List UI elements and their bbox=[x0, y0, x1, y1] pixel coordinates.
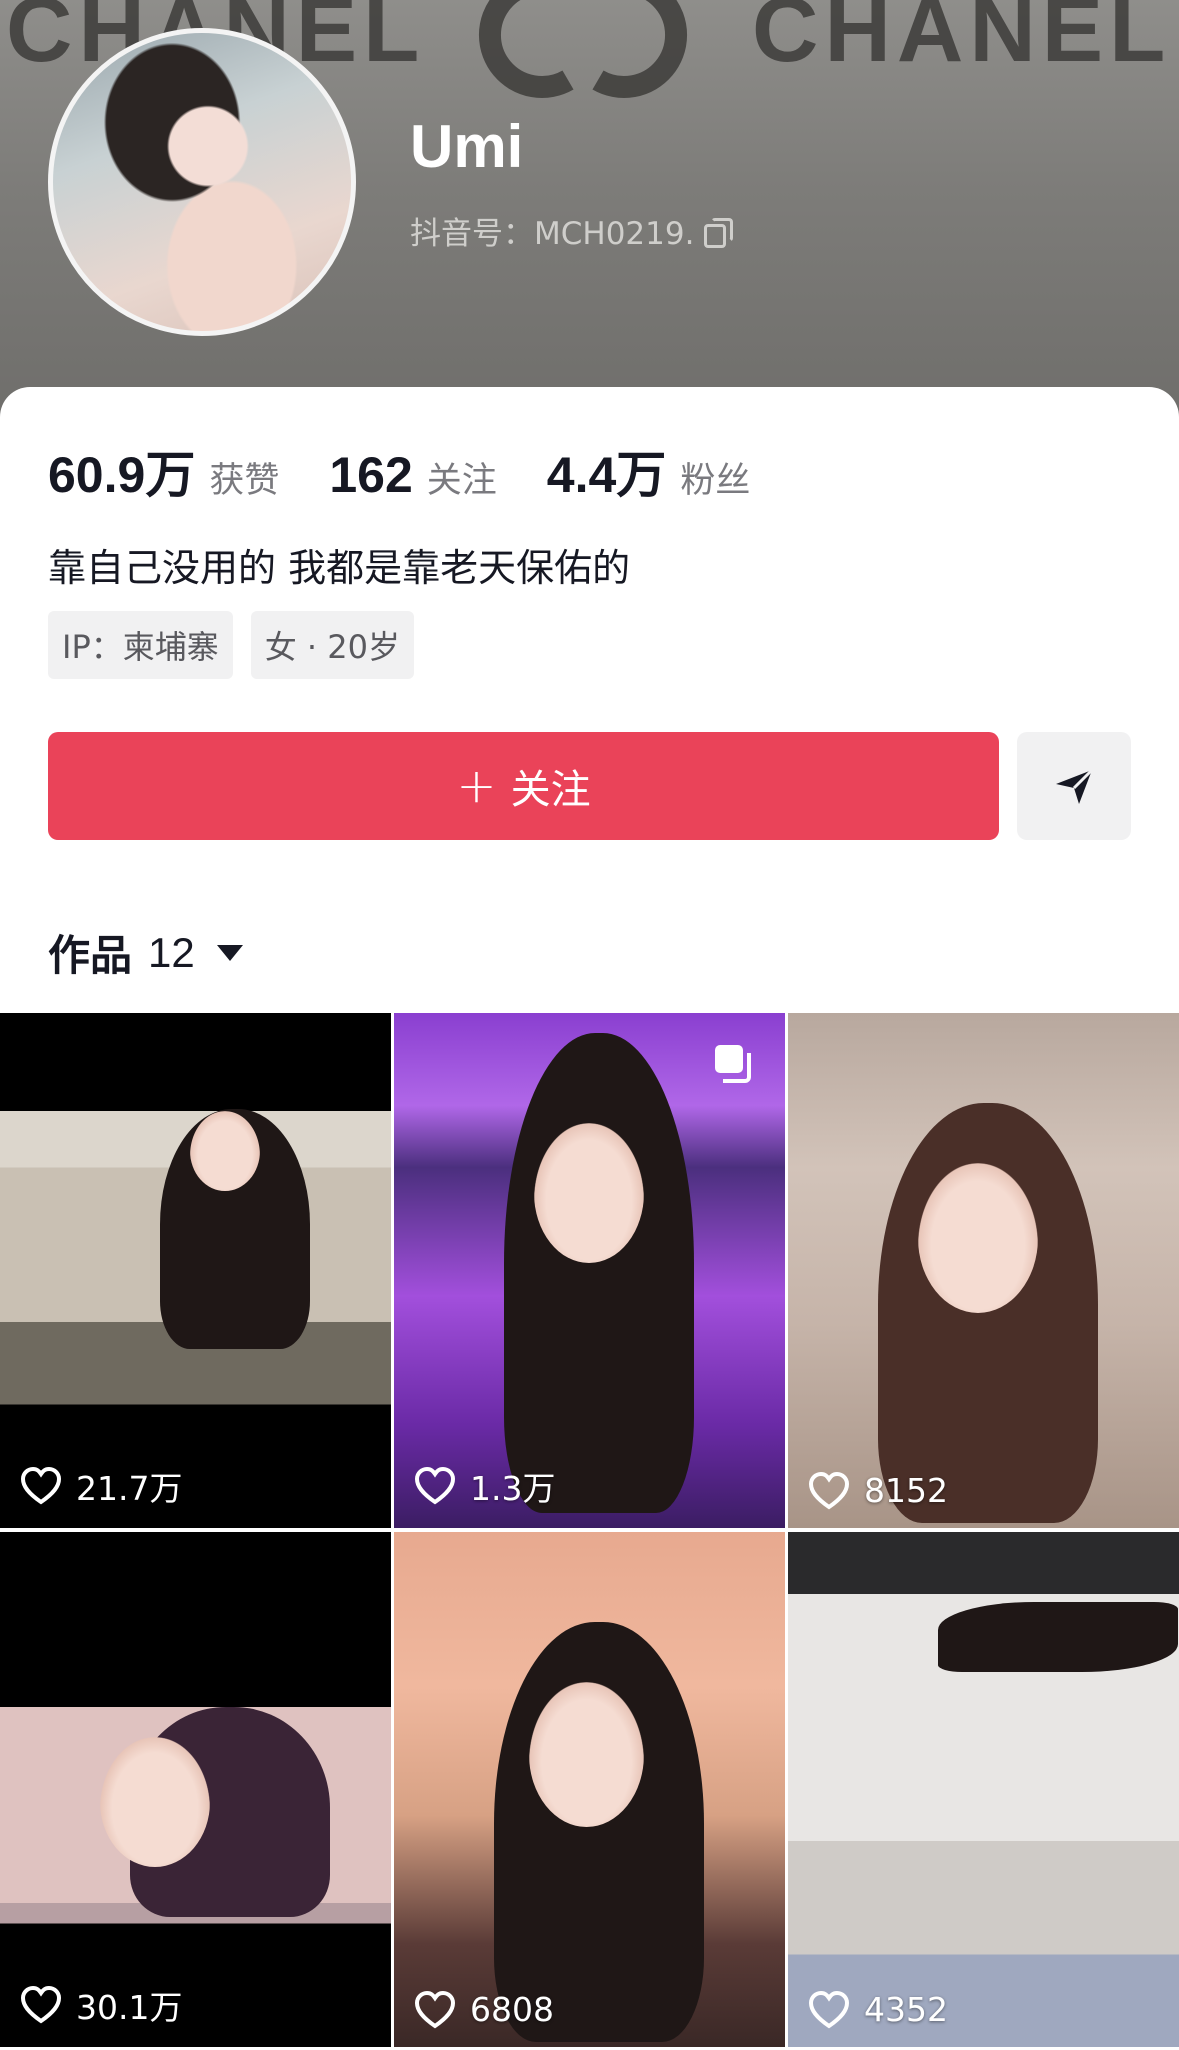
profile-stats: 60.9万 获赞 162 关注 4.4万 粉丝 bbox=[48, 435, 800, 507]
like-count: 8152 bbox=[808, 1471, 948, 1510]
profile-tags: IP：柬埔寨 女 · 20岁 bbox=[48, 611, 414, 679]
caret-down-icon[interactable] bbox=[216, 944, 243, 961]
douyin-id: 抖音号：MCH0219. bbox=[410, 216, 695, 252]
heart-icon bbox=[414, 1467, 456, 1505]
like-count-value: 30.1万 bbox=[76, 1988, 183, 2027]
stat-followers-label: 粉丝 bbox=[680, 461, 751, 501]
like-count-value: 8152 bbox=[864, 1471, 948, 1510]
like-count: 21.7万 bbox=[20, 1462, 182, 1510]
heart-icon bbox=[20, 1986, 62, 2024]
thumb-face bbox=[918, 1163, 1038, 1313]
video-tile[interactable]: 4352 bbox=[788, 1532, 1179, 2047]
like-count-value: 1.3万 bbox=[470, 1469, 556, 1508]
heart-icon bbox=[808, 1471, 850, 1509]
thumb-face bbox=[100, 1737, 210, 1867]
thumb-face bbox=[190, 1111, 260, 1191]
stat-likes-label: 获赞 bbox=[209, 461, 280, 501]
video-tile[interactable]: 30.1万 bbox=[0, 1532, 391, 2047]
stat-followers[interactable]: 4.4万 粉丝 bbox=[547, 435, 751, 507]
heart-icon bbox=[414, 1990, 456, 2028]
follow-button[interactable]: + 关注 bbox=[48, 732, 999, 840]
video-tile[interactable]: 8152 bbox=[788, 1013, 1179, 1528]
multi-image-icon bbox=[715, 1045, 751, 1083]
profile-username: Umi bbox=[410, 113, 524, 180]
thumb-hair bbox=[504, 1033, 694, 1513]
like-count-value: 6808 bbox=[470, 1990, 554, 2029]
stat-following[interactable]: 162 关注 bbox=[329, 446, 496, 504]
share-icon bbox=[1056, 768, 1094, 804]
cc-logo-icon bbox=[479, 0, 687, 98]
video-grid: 21.7万 1.3万 8152 30.1万 6808 4352 bbox=[0, 1013, 1179, 2050]
like-count: 4352 bbox=[808, 1990, 948, 2029]
video-tile[interactable]: 6808 bbox=[394, 1532, 785, 2047]
avatar[interactable] bbox=[48, 28, 356, 336]
like-count-value: 4352 bbox=[864, 1990, 948, 2029]
gender-age-tag: 女 · 20岁 bbox=[250, 611, 414, 679]
thumb-face bbox=[534, 1123, 644, 1263]
stat-likes-value: 60.9万 bbox=[48, 447, 196, 503]
stat-following-value: 162 bbox=[329, 447, 413, 503]
plus-icon: + bbox=[456, 758, 497, 814]
like-count: 30.1万 bbox=[20, 1981, 182, 2029]
heart-icon bbox=[808, 1990, 850, 2028]
video-tile[interactable]: 21.7万 bbox=[0, 1013, 391, 1528]
follow-button-label: 关注 bbox=[510, 767, 591, 813]
video-tile[interactable]: 1.3万 bbox=[394, 1013, 785, 1528]
ip-location-tag: IP：柬埔寨 bbox=[48, 611, 233, 679]
tab-works[interactable]: 作品 12 bbox=[48, 922, 243, 983]
cover-brand-right: CHANEL bbox=[752, 0, 1172, 81]
like-count: 6808 bbox=[414, 1990, 554, 2029]
share-button[interactable] bbox=[1017, 732, 1131, 840]
profile-cover: CHANEL CHANEL Umi 抖音号：MCH0219. bbox=[0, 0, 1179, 420]
thumb-hair bbox=[938, 1602, 1178, 1672]
douyin-id-row[interactable]: 抖音号：MCH0219. bbox=[410, 208, 734, 253]
like-count-value: 21.7万 bbox=[76, 1469, 183, 1508]
works-label: 作品 bbox=[48, 931, 133, 980]
stat-likes[interactable]: 60.9万 获赞 bbox=[48, 435, 279, 507]
copy-icon[interactable] bbox=[704, 217, 734, 248]
stat-followers-value: 4.4万 bbox=[546, 447, 667, 503]
thumb-face bbox=[529, 1682, 644, 1827]
profile-bio: 靠自己没用的 我都是靠老天保佑的 bbox=[48, 546, 631, 590]
stat-following-label: 关注 bbox=[426, 461, 497, 501]
like-count: 1.3万 bbox=[414, 1462, 555, 1510]
works-count: 12 bbox=[148, 928, 195, 976]
heart-icon bbox=[20, 1467, 62, 1505]
